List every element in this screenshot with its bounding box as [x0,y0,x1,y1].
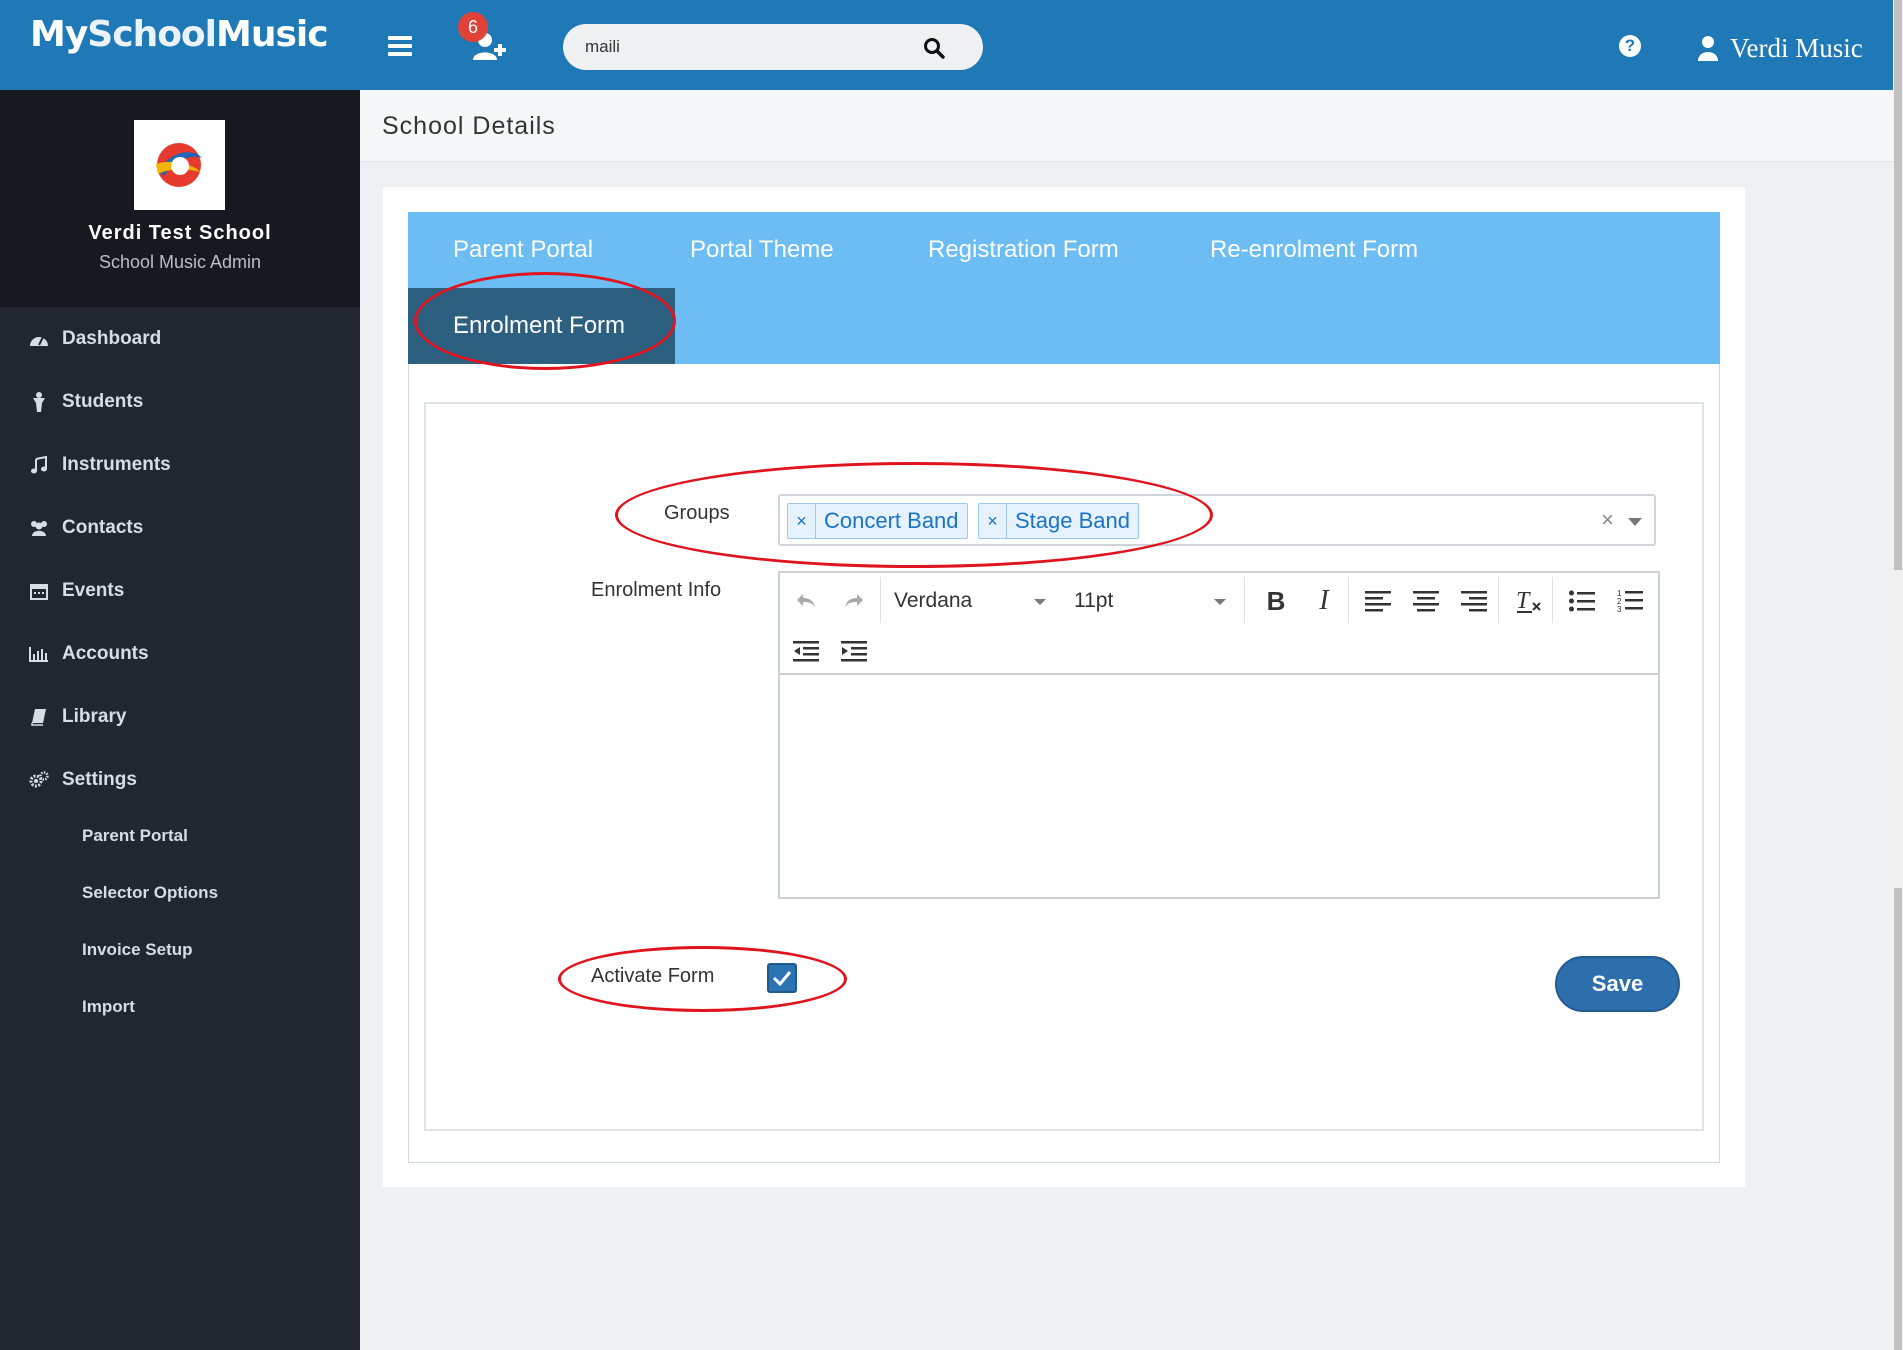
bullet-list-icon[interactable] [1562,581,1602,621]
sidebar-subitem-import[interactable]: Import [0,978,360,1035]
font-size-select[interactable]: 11pt [1074,581,1234,621]
sidebar-item-dashboard[interactable]: Dashboard [0,307,360,370]
calendar-icon [28,581,50,601]
outdent-icon[interactable] [786,631,826,671]
undo-icon[interactable] [786,581,826,621]
school-logo [134,120,225,210]
user-icon [1698,36,1718,61]
align-left-icon[interactable] [1358,581,1398,621]
tab-registration-form[interactable]: Registration Form [883,212,1164,288]
top-bar: MySchoolMusic 6 ? Verdi Music [0,0,1893,90]
page-header: School Details [360,90,1893,162]
activate-form-label: Activate Form [591,965,715,987]
align-right-icon[interactable] [1454,581,1494,621]
sidebar-subitem-parent-portal[interactable]: Parent Portal [0,807,360,864]
numbered-list-icon[interactable]: 123 [1610,581,1650,621]
school-role: School Music Admin [98,252,262,272]
music-note-icon [28,455,50,475]
check-icon [772,971,792,986]
student-icon [28,391,50,412]
page-scrollbar[interactable] [1893,0,1903,1350]
sidebar-item-library[interactable]: Library [0,685,360,748]
tab-portal-theme[interactable]: Portal Theme [645,212,879,288]
gears-icon [28,770,50,790]
redo-icon[interactable] [834,581,874,621]
clear-formatting-icon[interactable]: T [1508,581,1548,621]
sidebar-item-events[interactable]: Events [0,559,360,622]
groups-select[interactable]: × Concert Band × Stage Band × [778,494,1656,546]
tab-parent-portal[interactable]: Parent Portal [408,212,638,288]
search-input[interactable] [585,34,915,60]
chevron-down-icon [1214,599,1226,605]
user-menu[interactable]: Verdi Music [1698,32,1863,64]
search-icon[interactable] [923,37,945,59]
save-button[interactable]: Save [1555,956,1680,1012]
chevron-down-icon[interactable] [1628,518,1642,526]
tab-enrolment-form[interactable]: Enrolment Form [408,288,675,364]
bar-chart-icon [28,644,50,664]
clear-selection-icon[interactable]: × [1601,507,1614,533]
tab-bar: Parent Portal Portal Theme Registration … [408,212,1720,364]
sidebar: Verdi Test School School Music Admin Das… [0,90,360,1350]
sidebar-subitem-selector-options[interactable]: Selector Options [0,864,360,921]
svg-text:3: 3 [1617,605,1622,613]
editor-toolbar: Verdana 11pt B I T 123 [780,573,1658,675]
users-icon [28,518,50,538]
settings-subnav: Parent Portal Selector Options Invoice S… [0,807,360,1035]
bold-button[interactable]: B [1256,581,1296,621]
chevron-down-icon [1034,599,1046,605]
activate-form-checkbox[interactable] [767,963,797,993]
align-center-icon[interactable] [1406,581,1446,621]
school-name: Verdi Test School [88,222,272,244]
search-bar [563,24,983,70]
indent-icon[interactable] [834,631,874,671]
svg-text:T: T [1516,588,1531,614]
user-name: Verdi Music [1730,32,1863,63]
dashboard-icon [28,329,50,349]
sidebar-item-instruments[interactable]: Instruments [0,433,360,496]
book-icon [28,707,50,727]
page-title: School Details [382,112,556,140]
sidebar-item-accounts[interactable]: Accounts [0,622,360,685]
app-logo[interactable]: MySchoolMusic [30,14,329,55]
sidebar-item-settings[interactable]: Settings [0,748,360,811]
italic-button[interactable]: I [1304,581,1344,621]
remove-tag-icon[interactable]: × [788,504,816,538]
font-family-select[interactable]: Verdana [894,581,1054,621]
help-icon[interactable]: ? [1619,35,1641,57]
editor-content-area[interactable] [780,677,1658,897]
sidebar-item-contacts[interactable]: Contacts [0,496,360,559]
remove-tag-icon[interactable]: × [979,504,1007,538]
school-profile: Verdi Test School School Music Admin [0,90,360,307]
notification-badge: 6 [458,12,488,42]
rich-text-editor: Verdana 11pt B I T 123 [778,571,1660,899]
tab-re-enrolment-form[interactable]: Re-enrolment Form [1165,212,1463,288]
sidebar-subitem-invoice-setup[interactable]: Invoice Setup [0,921,360,978]
group-tag: × Stage Band [978,503,1139,539]
group-tag: × Concert Band [787,503,968,539]
sidebar-item-students[interactable]: Students [0,370,360,433]
sidebar-nav: Dashboard Students Instruments Contacts … [0,307,360,811]
menu-toggle-icon[interactable] [388,36,412,56]
enrolment-info-label: Enrolment Info [591,579,722,601]
groups-label: Groups [664,502,730,524]
